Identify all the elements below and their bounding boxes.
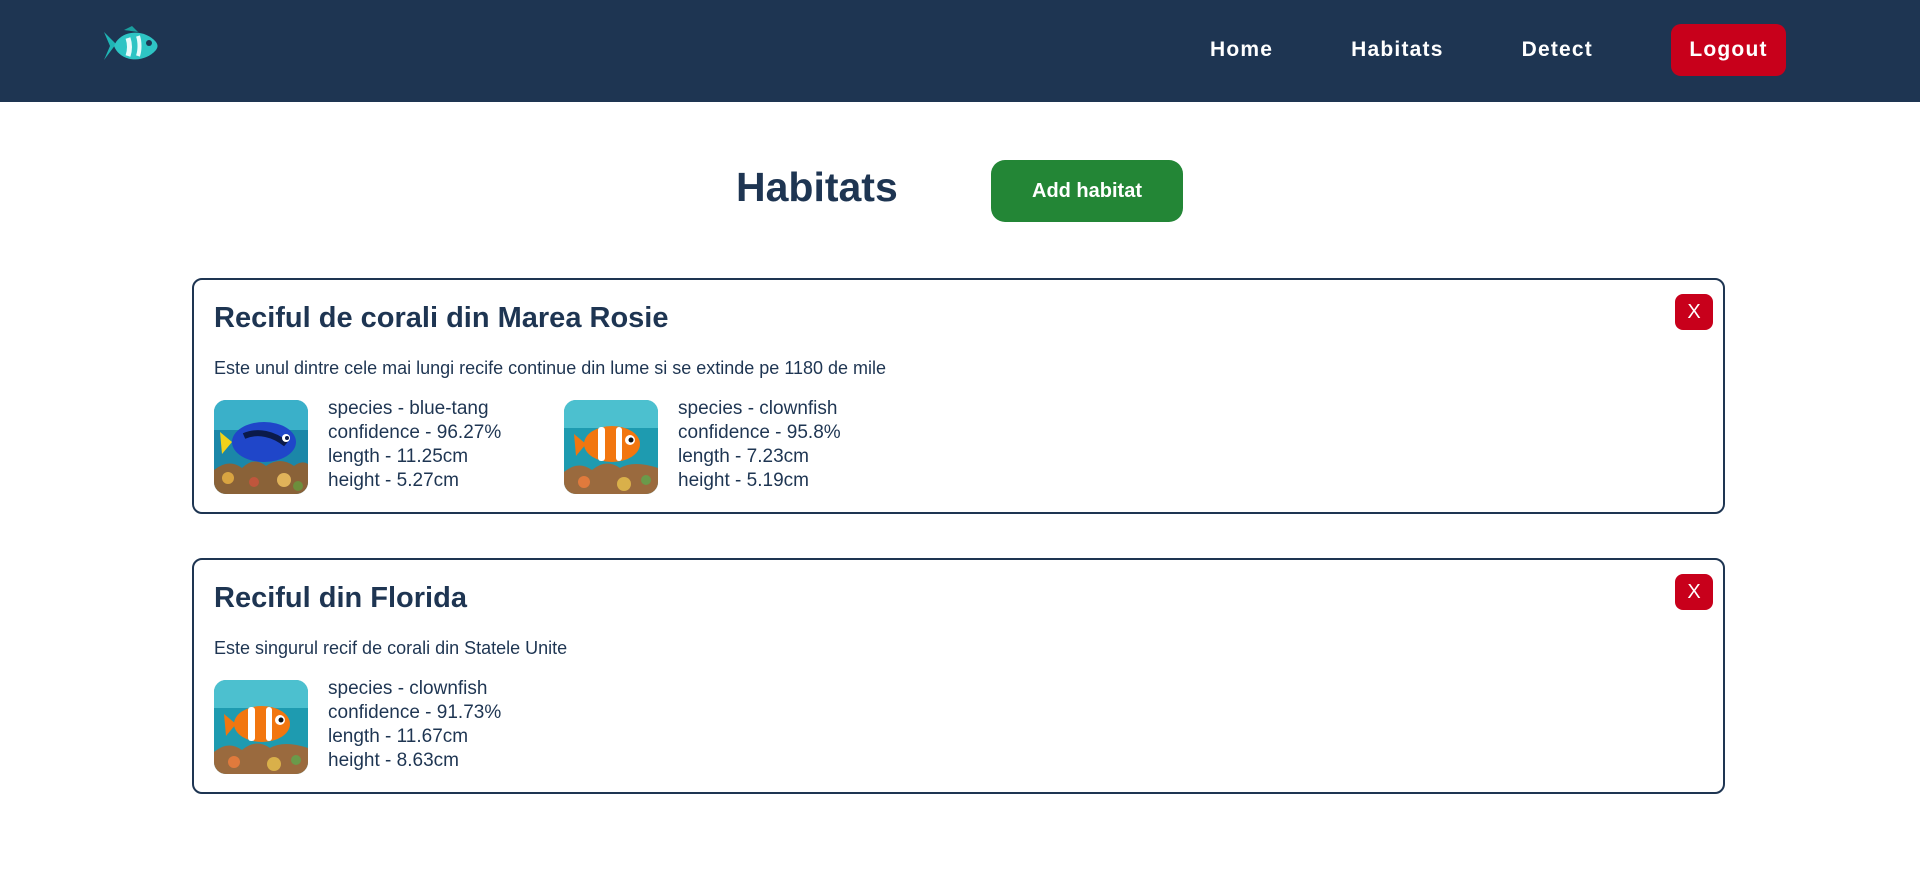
fish-list: species - blue-tang confidence - 96.27% … [214, 397, 914, 494]
fish-species: species - blue-tang [328, 398, 489, 419]
page-title: Habitats [736, 164, 898, 210]
fish-height: height - 5.27cm [328, 470, 459, 491]
habitat-name: Reciful de corali din Marea Rosie [214, 302, 669, 334]
fish-species: species - clownfish [678, 398, 838, 419]
fish-list: species - clownfish confidence - 91.73% … [214, 677, 564, 774]
habitat-description: Este unul dintre cele mai lungi recife c… [214, 358, 887, 378]
fish-confidence: confidence - 96.27% [328, 422, 502, 443]
fish-species: species - clownfish [328, 678, 488, 699]
habitat-description: Este singurul recif de corali din Statel… [214, 638, 568, 658]
clownfish-image [564, 400, 658, 494]
delete-habitat-button[interactable]: X [1675, 294, 1713, 330]
nav-detect-link[interactable]: Detect [1522, 24, 1593, 76]
nav-habitats-link[interactable]: Habitats [1351, 24, 1443, 76]
fish-length: length - 11.67cm [328, 726, 469, 747]
delete-habitat-button[interactable]: X [1675, 574, 1713, 610]
fish-height: height - 8.63cm [328, 750, 459, 771]
logout-button[interactable]: Logout [1671, 24, 1786, 76]
fish-item: species - blue-tang confidence - 96.27% … [214, 397, 564, 494]
nav-links: Home Habitats Detect Logout [1210, 24, 1786, 76]
fish-confidence: confidence - 95.8% [678, 422, 841, 443]
blue-tang-image [214, 400, 308, 494]
fish-logo-icon[interactable] [94, 24, 162, 68]
habitat-card: Reciful din Florida X Este singurul reci… [192, 558, 1725, 794]
fish-item: species - clownfish confidence - 95.8% l… [564, 397, 914, 494]
habitat-card: Reciful de corali din Marea Rosie X Este… [192, 278, 1725, 514]
nav-home-link[interactable]: Home [1210, 24, 1273, 76]
add-habitat-button[interactable]: Add habitat [991, 160, 1183, 222]
clownfish-image [214, 680, 308, 774]
fish-details: species - blue-tang confidence - 96.27% … [328, 397, 501, 494]
fish-length: length - 7.23cm [678, 446, 809, 467]
fish-details: species - clownfish confidence - 95.8% l… [678, 397, 841, 494]
fish-details: species - clownfish confidence - 91.73% … [328, 677, 501, 774]
page-header: Habitats Add habitat [0, 102, 1920, 278]
fish-confidence: confidence - 91.73% [328, 702, 502, 723]
fish-length: length - 11.25cm [328, 446, 469, 467]
fish-item: species - clownfish confidence - 91.73% … [214, 677, 564, 774]
navbar: Home Habitats Detect Logout [0, 0, 1920, 102]
fish-height: height - 5.19cm [678, 470, 809, 491]
habitat-name: Reciful din Florida [214, 582, 467, 614]
